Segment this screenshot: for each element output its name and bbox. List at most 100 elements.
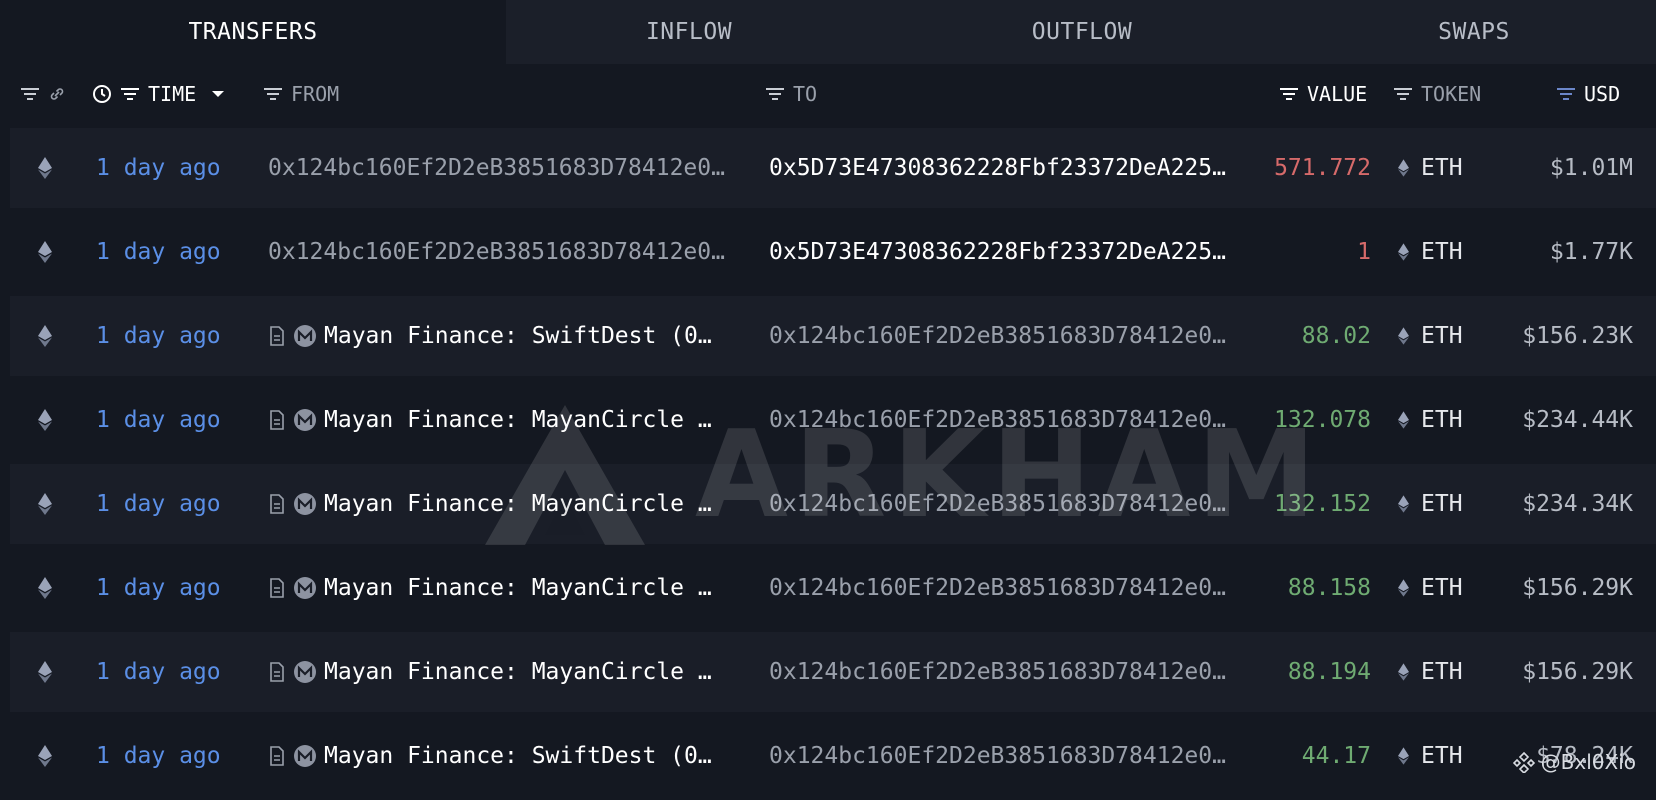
- ethereum-icon: [38, 716, 68, 796]
- filter-icon[interactable]: [20, 87, 40, 101]
- table-header: TIME FROM TO VALUE TOKEN USD: [0, 64, 1656, 124]
- to-address[interactable]: 0x5D73E47308362228Fbf23372DeA225…: [769, 212, 1257, 292]
- ethereum-icon: [1398, 243, 1409, 261]
- to-address[interactable]: 0x5D73E47308362228Fbf23372DeA225…: [769, 128, 1257, 208]
- value-amount: 571.772: [1274, 155, 1371, 181]
- mayan-finance-logo-icon: [294, 661, 316, 683]
- ethereum-icon: [1398, 411, 1409, 429]
- to-address[interactable]: 0x124bc160Ef2D2eB3851683D78412e0…: [769, 464, 1257, 544]
- usd-amount: $1.77K: [1549, 239, 1633, 265]
- contract-icon: [270, 326, 284, 346]
- to-address[interactable]: 0x124bc160Ef2D2eB3851683D78412e0…: [769, 296, 1257, 376]
- value-column-header[interactable]: VALUE: [1279, 64, 1367, 124]
- ethereum-icon: [38, 128, 68, 208]
- table-row[interactable]: 1 day ago Mayan Finance: SwiftDest (0… 0…: [10, 296, 1656, 376]
- to-address[interactable]: 0x124bc160Ef2D2eB3851683D78412e0…: [769, 380, 1257, 460]
- token-cell[interactable]: ETH: [1398, 128, 1463, 208]
- ethereum-icon: [38, 464, 68, 544]
- tab-outflow[interactable]: OUTFLOW: [872, 0, 1292, 64]
- token-cell[interactable]: ETH: [1398, 716, 1463, 796]
- contract-icon: [270, 410, 284, 430]
- from-address[interactable]: 0x124bc160Ef2D2eB3851683D78412e0…: [268, 212, 758, 292]
- binance-square-icon: [1512, 751, 1535, 773]
- time-link[interactable]: 1 day ago: [96, 716, 221, 796]
- table-row[interactable]: 1 day ago Mayan Finance: SwiftDest (0… 0…: [10, 716, 1656, 796]
- usd-header-label: USD: [1584, 82, 1621, 106]
- from-entity[interactable]: Mayan Finance: SwiftDest (0…: [268, 296, 758, 376]
- contract-icon: [270, 746, 284, 766]
- from-entity[interactable]: Mayan Finance: MayanCircle …: [268, 632, 758, 712]
- from-address[interactable]: 0x124bc160Ef2D2eB3851683D78412e0…: [268, 128, 758, 208]
- table-row[interactable]: 1 day ago Mayan Finance: MayanCircle … 0…: [10, 380, 1656, 460]
- to-address[interactable]: 0x124bc160Ef2D2eB3851683D78412e0…: [769, 548, 1257, 628]
- table-row[interactable]: 1 day ago 0x124bc160Ef2D2eB3851683D78412…: [10, 128, 1656, 208]
- from-entity[interactable]: Mayan Finance: MayanCircle …: [268, 380, 758, 460]
- token-cell[interactable]: ETH: [1398, 212, 1463, 292]
- tab-swaps[interactable]: SWAPS: [1292, 0, 1656, 64]
- value-amount: 132.152: [1274, 491, 1371, 517]
- time-link[interactable]: 1 day ago: [96, 380, 221, 460]
- time-column-header[interactable]: TIME: [92, 64, 226, 124]
- mayan-finance-logo-icon: [294, 325, 316, 347]
- time-link[interactable]: 1 day ago: [96, 464, 221, 544]
- to-address[interactable]: 0x124bc160Ef2D2eB3851683D78412e0…: [769, 716, 1257, 796]
- usd-amount: $234.44K: [1522, 407, 1633, 433]
- from-entity-label: Mayan Finance: SwiftDest (0…: [324, 323, 712, 349]
- contract-icon: [270, 662, 284, 682]
- usd-amount: $156.29K: [1522, 659, 1633, 685]
- to-address[interactable]: 0x124bc160Ef2D2eB3851683D78412e0…: [769, 632, 1257, 712]
- to-column-header[interactable]: TO: [765, 64, 817, 124]
- usd-column-header[interactable]: USD: [1556, 64, 1620, 124]
- from-column-header[interactable]: FROM: [263, 64, 339, 124]
- ethereum-icon: [38, 212, 68, 292]
- table-row[interactable]: 1 day ago Mayan Finance: MayanCircle … 0…: [10, 464, 1656, 544]
- ethereum-icon: [1398, 495, 1409, 513]
- from-entity-label: Mayan Finance: SwiftDest (0…: [324, 743, 712, 769]
- table-row[interactable]: 1 day ago 0x124bc160Ef2D2eB3851683D78412…: [10, 212, 1656, 292]
- mayan-finance-logo-icon: [294, 745, 316, 767]
- time-link[interactable]: 1 day ago: [96, 296, 221, 376]
- chain-column-header: [20, 64, 66, 124]
- time-link[interactable]: 1 day ago: [96, 212, 221, 292]
- filter-icon[interactable]: [263, 87, 283, 101]
- tab-bar: TRANSFERS INFLOW OUTFLOW SWAPS: [0, 0, 1656, 64]
- token-cell[interactable]: ETH: [1398, 296, 1463, 376]
- filter-icon[interactable]: [1279, 87, 1299, 101]
- source-credit: @Bxl0Xio: [1512, 750, 1636, 774]
- usd-amount: $156.29K: [1522, 575, 1633, 601]
- tab-inflow[interactable]: INFLOW: [506, 0, 872, 64]
- time-link[interactable]: 1 day ago: [96, 548, 221, 628]
- token-cell[interactable]: ETH: [1398, 632, 1463, 712]
- tab-transfers[interactable]: TRANSFERS: [0, 0, 506, 64]
- from-header-label: FROM: [291, 82, 340, 106]
- ethereum-icon: [38, 380, 68, 460]
- token-cell[interactable]: ETH: [1398, 380, 1463, 460]
- time-link[interactable]: 1 day ago: [96, 128, 221, 208]
- mayan-finance-logo-icon: [294, 409, 316, 431]
- value-amount: 1: [1357, 239, 1371, 265]
- token-cell[interactable]: ETH: [1398, 464, 1463, 544]
- credit-handle: @Bxl0Xio: [1540, 750, 1636, 774]
- sort-down-icon[interactable]: [210, 86, 226, 102]
- filter-icon[interactable]: [765, 87, 785, 101]
- ethereum-icon: [1398, 159, 1409, 177]
- token-column-header[interactable]: TOKEN: [1393, 64, 1481, 124]
- from-entity[interactable]: Mayan Finance: SwiftDest (0…: [268, 716, 758, 796]
- from-entity[interactable]: Mayan Finance: MayanCircle …: [268, 548, 758, 628]
- filter-icon[interactable]: [1393, 87, 1413, 101]
- value-amount: 44.17: [1301, 743, 1371, 769]
- ethereum-icon: [1398, 747, 1409, 765]
- time-link[interactable]: 1 day ago: [96, 632, 221, 712]
- value-amount: 88.194: [1287, 659, 1371, 685]
- ethereum-icon: [38, 296, 68, 376]
- from-entity[interactable]: Mayan Finance: MayanCircle …: [268, 464, 758, 544]
- filter-icon[interactable]: [120, 87, 140, 101]
- contract-icon: [270, 494, 284, 514]
- table-row[interactable]: 1 day ago Mayan Finance: MayanCircle … 0…: [10, 548, 1656, 628]
- contract-icon: [270, 578, 284, 598]
- token-cell[interactable]: ETH: [1398, 548, 1463, 628]
- filter-active-icon[interactable]: [1556, 87, 1576, 101]
- token-symbol: ETH: [1421, 743, 1463, 769]
- table-row[interactable]: 1 day ago Mayan Finance: MayanCircle … 0…: [10, 632, 1656, 712]
- link-icon[interactable]: [48, 85, 66, 103]
